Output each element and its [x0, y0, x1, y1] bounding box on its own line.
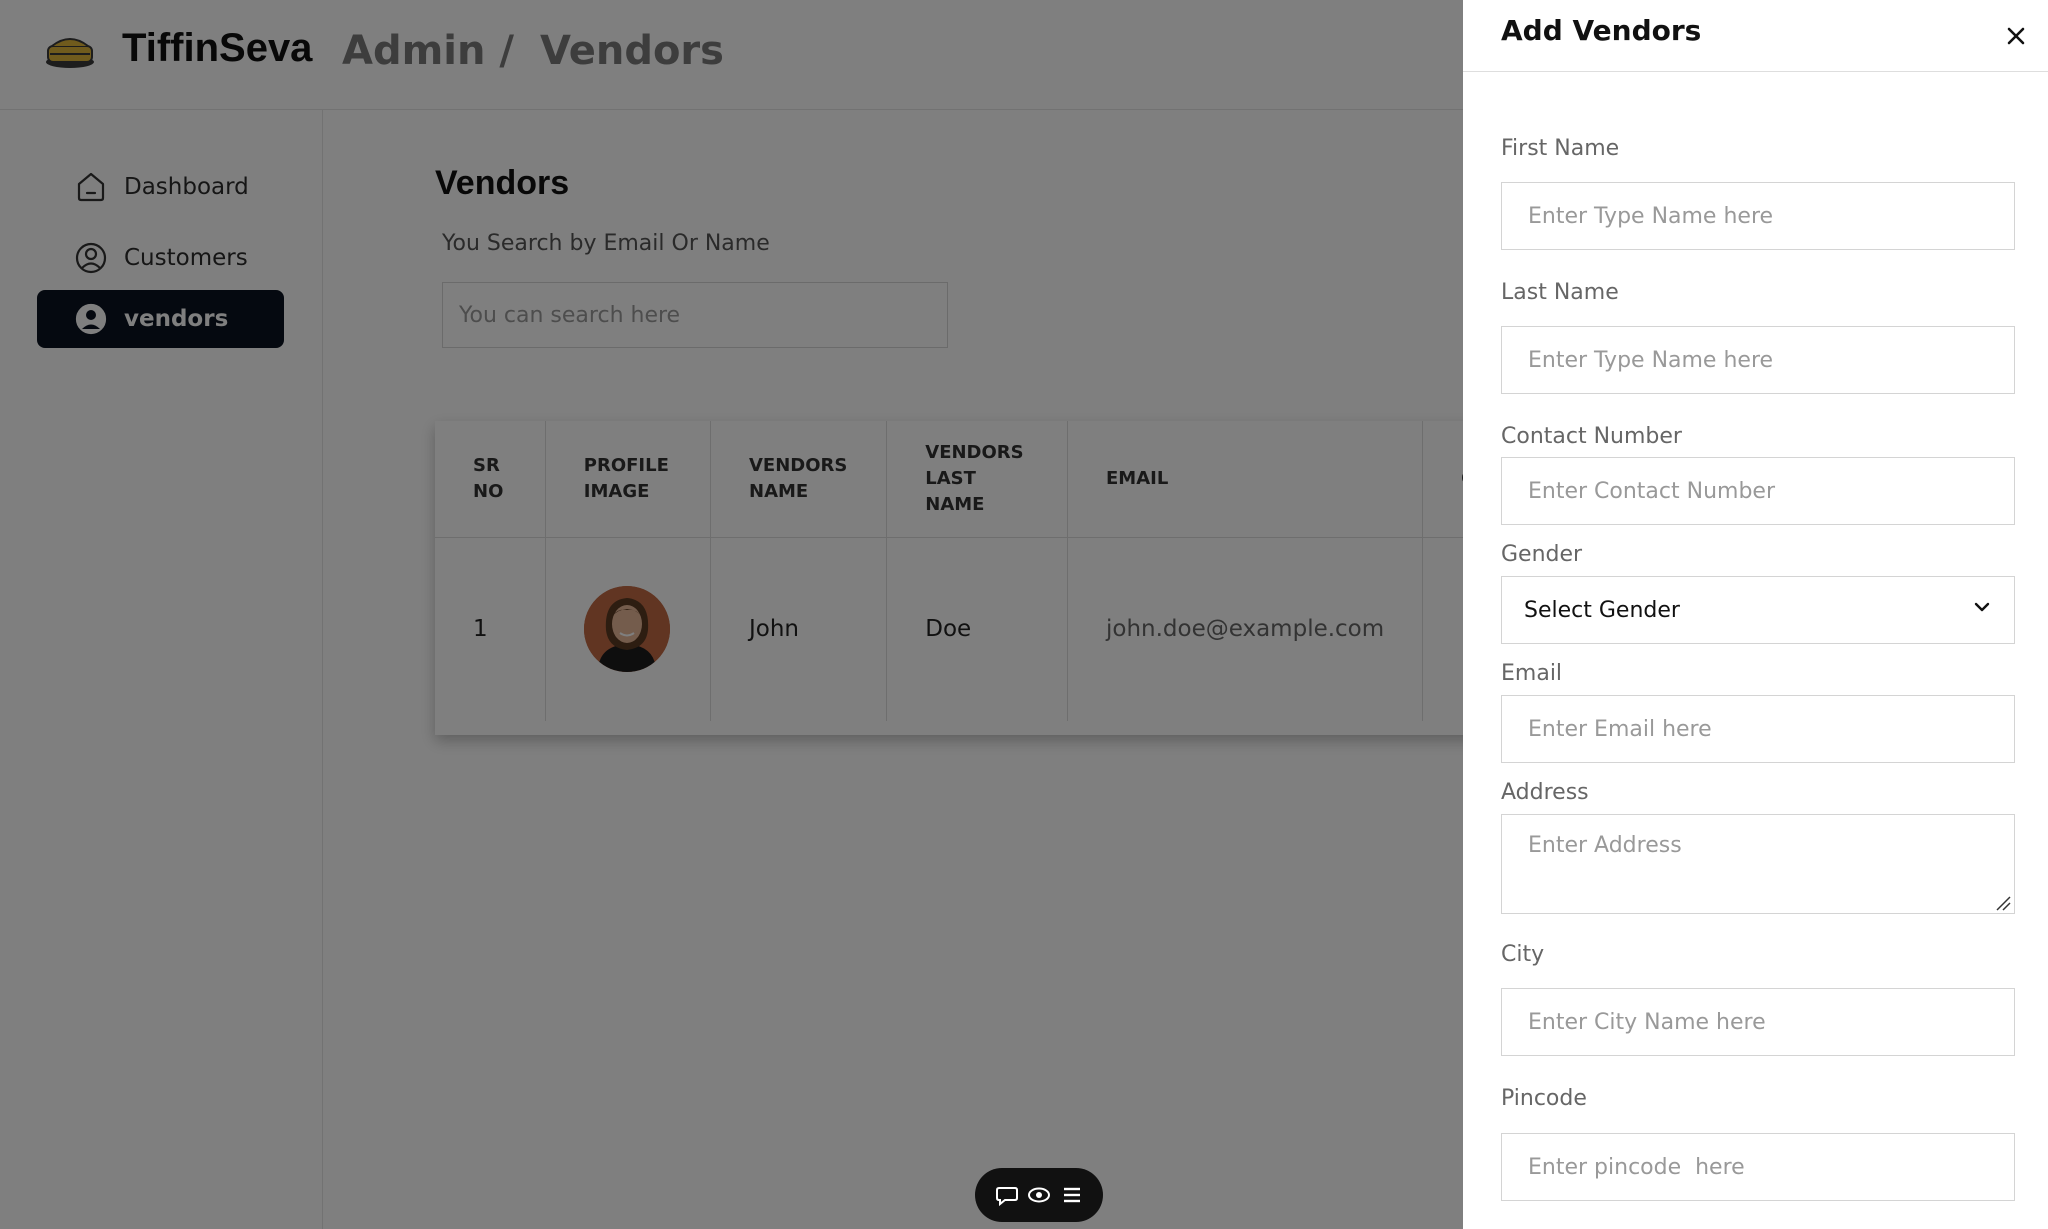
floating-toolbar	[975, 1168, 1103, 1222]
eye-icon[interactable]	[1026, 1182, 1052, 1208]
gender-label: Gender	[1501, 542, 1583, 567]
modal-backdrop[interactable]	[0, 0, 1463, 1229]
comment-icon[interactable]	[994, 1182, 1020, 1208]
drawer-title: Add Vendors	[1501, 14, 1702, 47]
pincode-field[interactable]	[1501, 1133, 2015, 1201]
app-root: TiffinSeva Admin / Vendors Dashboard Cus…	[0, 0, 2048, 1229]
resize-handle-icon[interactable]	[1995, 895, 2011, 911]
city-label: City	[1501, 942, 1545, 967]
menu-icon[interactable]	[1059, 1182, 1085, 1208]
email-field[interactable]	[1501, 695, 2015, 763]
pincode-label: Pincode	[1501, 1086, 1587, 1111]
last-name-label: Last Name	[1501, 280, 1619, 305]
email-label: Email	[1501, 661, 1563, 686]
add-vendor-drawer: Add Vendors First Name Last Name Contact…	[1463, 0, 2048, 1229]
drawer-header: Add Vendors	[1463, 0, 2048, 72]
city-field[interactable]	[1501, 988, 2015, 1056]
last-name-field[interactable]	[1501, 326, 2015, 394]
gender-select-value: Select Gender	[1524, 597, 1680, 623]
gender-select[interactable]: Select Gender	[1501, 576, 2015, 644]
close-icon[interactable]	[2000, 20, 2032, 52]
address-field[interactable]	[1501, 814, 2015, 914]
contact-number-field[interactable]	[1501, 457, 2015, 525]
contact-number-label: Contact Number	[1501, 424, 1682, 449]
first-name-field[interactable]	[1501, 182, 2015, 250]
chevron-down-icon	[1972, 597, 1992, 623]
first-name-label: First Name	[1501, 136, 1620, 161]
address-label: Address	[1501, 780, 1589, 805]
